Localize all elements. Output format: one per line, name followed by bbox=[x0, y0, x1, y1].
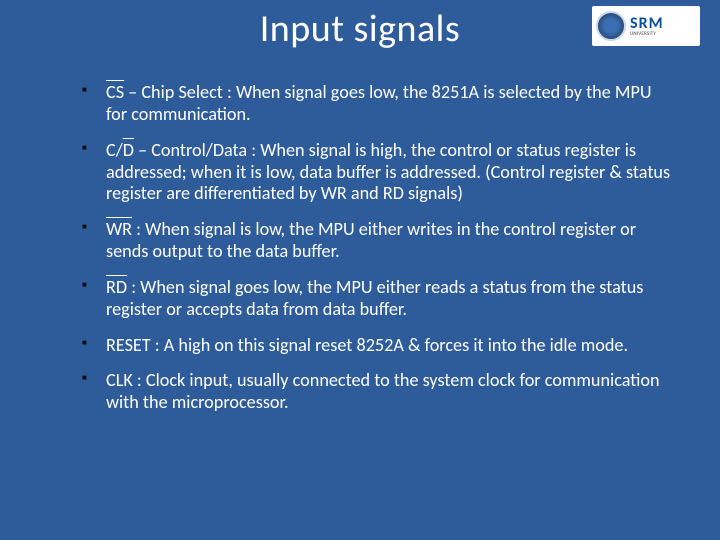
signal-desc: – Chip Select : When signal goes low, th… bbox=[106, 81, 652, 125]
list-item: RD : When signal goes low, the MPU eithe… bbox=[78, 277, 672, 321]
srm-logo-sub: UNIVERSITY bbox=[630, 32, 664, 37]
signal-desc: : A high on this signal reset 8252A & fo… bbox=[151, 334, 628, 356]
srm-logo: SRM UNIVERSITY bbox=[592, 6, 700, 46]
slide: Input signals SRM UNIVERSITY CS – Chip S… bbox=[0, 0, 720, 540]
list-item: CLK : Clock input, usually connected to … bbox=[78, 370, 672, 414]
srm-seal-icon bbox=[596, 11, 626, 41]
signal-name: C/D bbox=[106, 139, 134, 161]
srm-logo-main: SRM bbox=[630, 16, 664, 32]
signal-name: CS bbox=[106, 81, 124, 103]
list-item: CS – Chip Select : When signal goes low,… bbox=[78, 82, 672, 126]
signal-desc: : When signal goes low, the MPU either r… bbox=[106, 276, 643, 320]
signal-desc: : Clock input, usually connected to the … bbox=[106, 369, 660, 413]
signal-name: CLK bbox=[106, 369, 133, 391]
signal-name: WR bbox=[106, 218, 132, 240]
signal-name: RESET bbox=[106, 334, 151, 356]
signal-desc: – Control/Data : When signal is high, th… bbox=[106, 139, 670, 205]
signal-name: RD bbox=[106, 276, 127, 298]
srm-logo-text: SRM UNIVERSITY bbox=[630, 16, 664, 37]
list-item: WR : When signal is low, the MPU either … bbox=[78, 219, 672, 263]
list-item: RESET : A high on this signal reset 8252… bbox=[78, 335, 672, 357]
bullet-list: CS – Chip Select : When signal goes low,… bbox=[78, 82, 672, 414]
signal-desc: : When signal is low, the MPU either wri… bbox=[106, 218, 636, 262]
content-area: CS – Chip Select : When signal goes low,… bbox=[78, 82, 672, 428]
list-item: C/D – Control/Data : When signal is high… bbox=[78, 140, 672, 206]
